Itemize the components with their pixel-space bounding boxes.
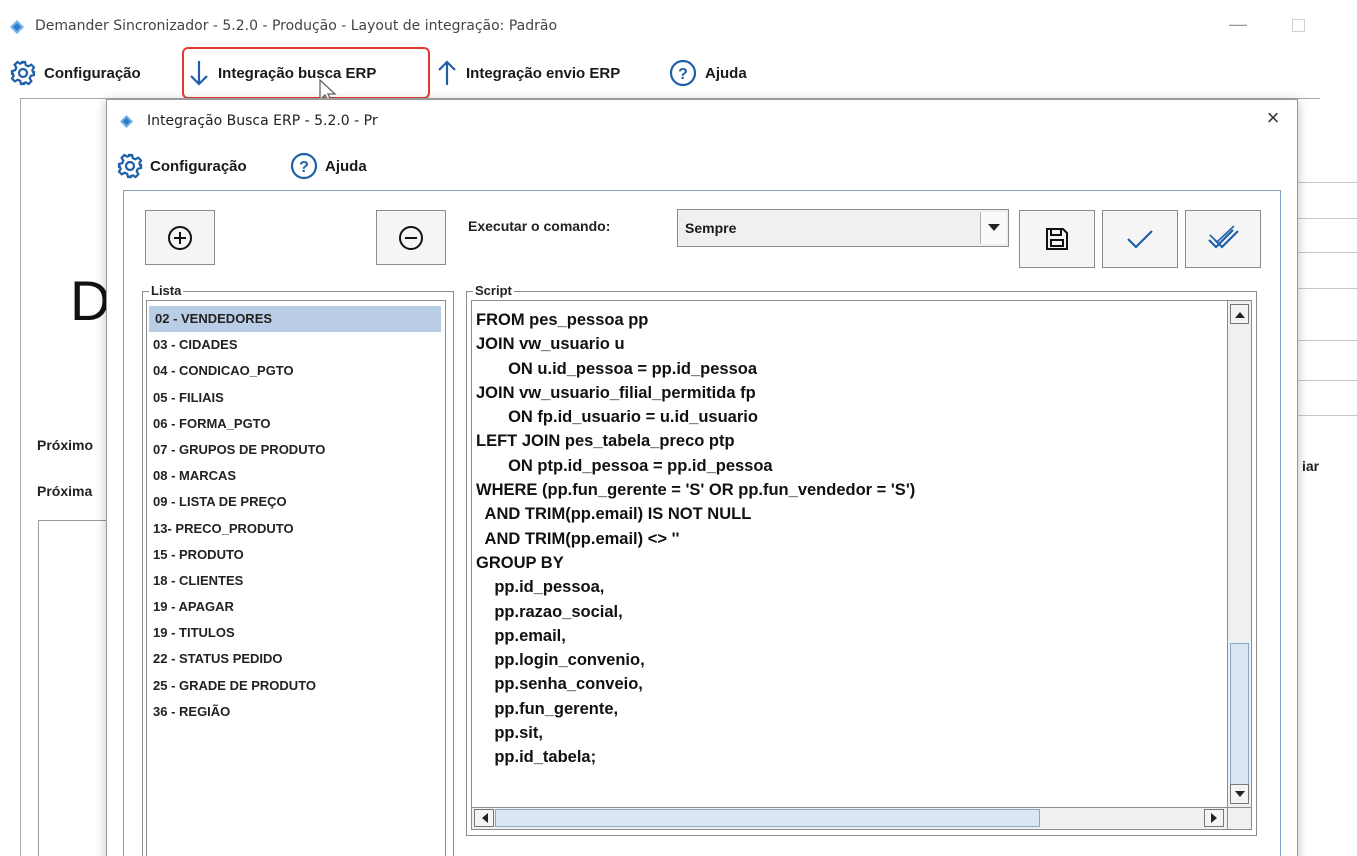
- check-icon: [1127, 230, 1153, 249]
- confirm-all-button[interactable]: [1185, 210, 1261, 268]
- dialog-menu-configuracao-label: Configuração: [150, 157, 247, 175]
- bg-divider: [1296, 415, 1357, 416]
- list-item[interactable]: 06 - FORMA_PGTO: [147, 411, 445, 437]
- help-icon: ?: [290, 152, 318, 180]
- horizontal-scroll-thumb[interactable]: [495, 809, 1040, 827]
- double-check-icon: [1208, 225, 1239, 249]
- vertical-scrollbar[interactable]: [1228, 300, 1252, 808]
- scroll-left-button[interactable]: [474, 809, 494, 827]
- list-item[interactable]: 19 - TITULOS: [147, 620, 445, 646]
- list-item[interactable]: 02 - VENDEDORES: [149, 306, 441, 333]
- arrow-right-small-icon: [1210, 813, 1217, 823]
- help-icon: ?: [669, 59, 697, 87]
- bg-divider: [1296, 252, 1357, 253]
- background-label-proximo: Próximo: [37, 437, 94, 453]
- bg-divider: [1296, 218, 1357, 219]
- list-item[interactable]: 09 - LISTA DE PREÇO: [147, 489, 445, 515]
- list-item[interactable]: 18 - CLIENTES: [147, 568, 445, 594]
- maximize-icon: [1292, 19, 1305, 32]
- menu-integracao-envio[interactable]: Integração envio ERP: [436, 56, 620, 90]
- list-item[interactable]: 25 - GRADE DE PRODUTO: [147, 673, 445, 699]
- list-item[interactable]: 05 - FILIAIS: [147, 385, 445, 411]
- dialog-title: Integração Busca ERP - 5.2.0 - Pr: [147, 113, 378, 129]
- list-item[interactable]: 36 - REGIÃO: [147, 699, 445, 725]
- bg-divider: [1296, 288, 1357, 289]
- dialog-menu-configuracao[interactable]: Configuração: [117, 150, 247, 182]
- save-button[interactable]: [1019, 210, 1095, 268]
- bg-divider: [1296, 182, 1357, 183]
- list-item[interactable]: 07 - GRUPOS DE PRODUTO: [147, 437, 445, 463]
- svg-text:?: ?: [299, 159, 309, 176]
- execute-command-select[interactable]: Sempre: [677, 209, 1009, 247]
- minus-circle-icon: [399, 225, 423, 250]
- list-item[interactable]: 22 - STATUS PEDIDO: [147, 646, 445, 672]
- list-legend: Lista: [149, 283, 184, 298]
- list-item[interactable]: 04 - CONDICAO_PGTO: [147, 358, 445, 384]
- app-logo-icon: [10, 20, 24, 34]
- svg-text:?: ?: [678, 66, 688, 83]
- list-item[interactable]: 08 - MARCAS: [147, 463, 445, 489]
- bg-divider: [1296, 380, 1357, 381]
- script-editor[interactable]: FROM pes_pessoa pp JOIN vw_usuario u ON …: [471, 300, 1228, 808]
- background-big-letter: D: [70, 269, 111, 332]
- arrow-up-small-icon: [1234, 311, 1245, 318]
- execute-command-value: Sempre: [685, 220, 737, 236]
- scroll-corner: [1228, 808, 1252, 830]
- plus-circle-icon: [168, 225, 192, 250]
- script-legend: Script: [473, 283, 514, 298]
- command-list[interactable]: 02 - VENDEDORES 03 - CIDADES 04 - CONDIC…: [146, 300, 446, 856]
- background-label-proxima: Próxima: [37, 483, 93, 499]
- arrow-down-small-icon: [1234, 790, 1245, 797]
- dropdown-arrow-icon[interactable]: [980, 212, 1006, 244]
- menu-ajuda[interactable]: ? Ajuda: [669, 56, 747, 90]
- list-item[interactable]: 13- PRECO_PRODUTO: [147, 516, 445, 542]
- title-fade: [409, 109, 731, 143]
- dialog-logo-icon: [120, 115, 133, 128]
- highlight-box: [182, 47, 430, 99]
- execute-command-label: Executar o comando:: [468, 218, 611, 234]
- scroll-up-button[interactable]: [1230, 304, 1249, 324]
- scroll-right-button[interactable]: [1204, 809, 1224, 827]
- horizontal-scrollbar[interactable]: [471, 808, 1228, 830]
- script-text[interactable]: FROM pes_pessoa pp JOIN vw_usuario u ON …: [476, 308, 915, 770]
- list-item[interactable]: 15 - PRODUTO: [147, 542, 445, 568]
- floppy-disk-icon: [1046, 228, 1068, 250]
- confirm-button[interactable]: [1102, 210, 1178, 268]
- gear-icon: [117, 153, 143, 179]
- scroll-down-button[interactable]: [1230, 784, 1249, 804]
- menu-configuracao[interactable]: Configuração: [10, 56, 141, 90]
- list-item[interactable]: 19 - APAGAR: [147, 594, 445, 620]
- maximize-button[interactable]: [1290, 17, 1310, 35]
- remove-button[interactable]: [376, 210, 446, 265]
- arrow-up-icon: [438, 60, 456, 85]
- bg-divider: [1296, 340, 1357, 341]
- dialog-menu-ajuda[interactable]: ? Ajuda: [290, 150, 367, 182]
- minimize-button[interactable]: —: [1228, 14, 1248, 38]
- dialog-menu-ajuda-label: Ajuda: [325, 157, 367, 175]
- window-title: Demander Sincronizador - 5.2.0 - Produçã…: [35, 18, 558, 34]
- background-right-label: iar: [1302, 458, 1320, 474]
- menu-integracao-envio-label: Integração envio ERP: [466, 64, 621, 82]
- menu-ajuda-label: Ajuda: [705, 64, 747, 82]
- close-button[interactable]: ×: [1262, 106, 1284, 130]
- arrow-left-small-icon: [481, 813, 488, 823]
- gear-icon: [10, 60, 36, 86]
- menu-configuracao-label: Configuração: [44, 64, 141, 82]
- list-item[interactable]: 03 - CIDADES: [147, 332, 445, 358]
- add-button[interactable]: [145, 210, 215, 265]
- vertical-scroll-thumb[interactable]: [1230, 643, 1249, 788]
